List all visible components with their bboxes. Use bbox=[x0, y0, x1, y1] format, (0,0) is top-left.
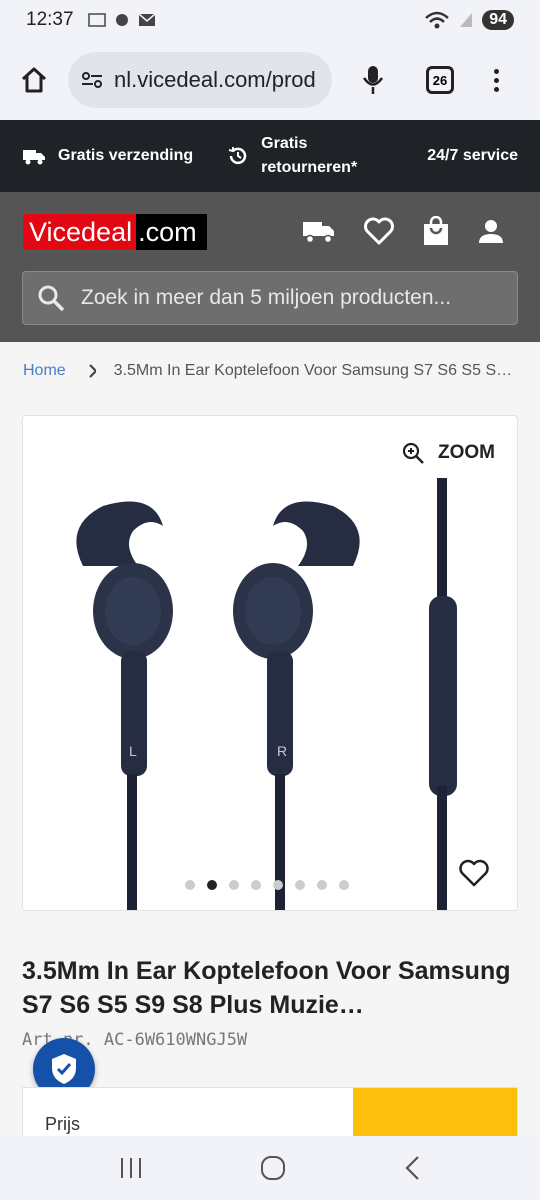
price-highlight bbox=[353, 1088, 517, 1138]
add-to-wishlist-button[interactable] bbox=[453, 852, 495, 894]
shield-check-icon bbox=[52, 1054, 76, 1084]
usp-service: 24/7 service bbox=[427, 147, 518, 165]
chevron-right-icon bbox=[88, 364, 96, 378]
header-actions bbox=[302, 216, 504, 246]
usp-service-label: 24/7 service bbox=[427, 147, 518, 164]
site-header: Vicedeal .com Zoek in meer dan 5 miljoen… bbox=[0, 192, 540, 342]
price-label: Prijs bbox=[45, 1114, 80, 1134]
search-field[interactable]: Zoek in meer dan 5 miljoen producten... bbox=[22, 271, 518, 325]
url-field[interactable]: nl.vicedeal.com/prod bbox=[68, 52, 332, 108]
carousel-dot[interactable] bbox=[185, 880, 195, 890]
carousel-dot[interactable] bbox=[251, 880, 261, 890]
status-time: 12:37 bbox=[26, 9, 74, 30]
logo-black-part: .com bbox=[136, 214, 207, 250]
wishlist-heart-icon[interactable] bbox=[364, 217, 394, 245]
heart-icon bbox=[459, 859, 489, 887]
zoom-button[interactable]: ZOOM bbox=[402, 442, 495, 464]
carousel-indicator[interactable] bbox=[185, 880, 349, 890]
product-title: 3.5Mm In Ear Koptelefoon Voor Samsung S7… bbox=[22, 957, 511, 1019]
svg-text:L: L bbox=[129, 743, 137, 759]
mail-icon bbox=[138, 13, 156, 26]
zoom-in-icon bbox=[402, 442, 424, 464]
tab-switcher-button[interactable]: 26 bbox=[426, 66, 454, 94]
usp-shipping-label: Gratis verzending bbox=[58, 147, 194, 164]
breadcrumb-home[interactable]: Home bbox=[23, 362, 66, 380]
microphone-icon[interactable] bbox=[358, 65, 388, 95]
battery-indicator: 94 bbox=[482, 10, 514, 30]
breadcrumb: Home 3.5Mm In Ear Koptelefoon Voor Samsu… bbox=[23, 362, 518, 380]
carousel-dot[interactable] bbox=[207, 880, 217, 890]
product-image: L R bbox=[76, 478, 457, 910]
site-settings-icon[interactable] bbox=[80, 70, 104, 90]
price-box: Prijs bbox=[22, 1087, 518, 1138]
browser-toolbar: nl.vicedeal.com/prod 26 bbox=[0, 40, 540, 120]
truck-icon bbox=[23, 150, 45, 165]
product-image-card[interactable]: L R ZOOM bbox=[22, 415, 518, 911]
usp-bar: Gratis verzending Gratis retourneren* 24… bbox=[0, 120, 540, 192]
carousel-dot[interactable] bbox=[317, 880, 327, 890]
usp-returns-line2: retourneren* bbox=[261, 159, 358, 176]
shopping-bag-icon[interactable] bbox=[422, 216, 450, 246]
signal-icon bbox=[460, 13, 473, 27]
recent-apps-icon[interactable] bbox=[118, 1156, 144, 1180]
usp-shipping: Gratis verzending bbox=[22, 147, 193, 165]
app-notification-icon bbox=[115, 14, 128, 26]
search-icon bbox=[38, 285, 65, 312]
svg-text:R: R bbox=[277, 743, 287, 759]
system-nav-bar bbox=[0, 1136, 540, 1200]
back-icon[interactable] bbox=[402, 1155, 422, 1181]
url-text: nl.vicedeal.com/prod bbox=[114, 67, 316, 92]
usp-returns: Gratis retourneren* bbox=[227, 132, 357, 180]
status-bar: 12:37 94 bbox=[0, 0, 540, 40]
wifi-icon bbox=[425, 11, 450, 29]
carousel-dot[interactable] bbox=[339, 880, 349, 890]
breadcrumb-current: 3.5Mm In Ear Koptelefoon Voor Samsung S7… bbox=[113, 362, 518, 379]
history-icon bbox=[228, 147, 247, 165]
notification-icons bbox=[87, 11, 156, 29]
account-icon[interactable] bbox=[478, 218, 504, 244]
temu-icon bbox=[87, 13, 106, 27]
search-placeholder: Zoek in meer dan 5 miljoen producten... bbox=[81, 286, 452, 309]
home-icon[interactable] bbox=[16, 62, 52, 98]
carousel-dot[interactable] bbox=[273, 880, 283, 890]
delivery-truck-icon[interactable] bbox=[302, 218, 336, 244]
site-logo[interactable]: Vicedeal .com bbox=[23, 214, 207, 250]
home-nav-icon[interactable] bbox=[260, 1155, 286, 1181]
browser-menu-icon[interactable] bbox=[494, 68, 499, 92]
usp-returns-line1: Gratis bbox=[261, 135, 308, 152]
logo-red-part: Vicedeal bbox=[23, 214, 137, 250]
carousel-dot[interactable] bbox=[295, 880, 305, 890]
carousel-dot[interactable] bbox=[229, 880, 239, 890]
zoom-label: ZOOM bbox=[438, 442, 495, 463]
